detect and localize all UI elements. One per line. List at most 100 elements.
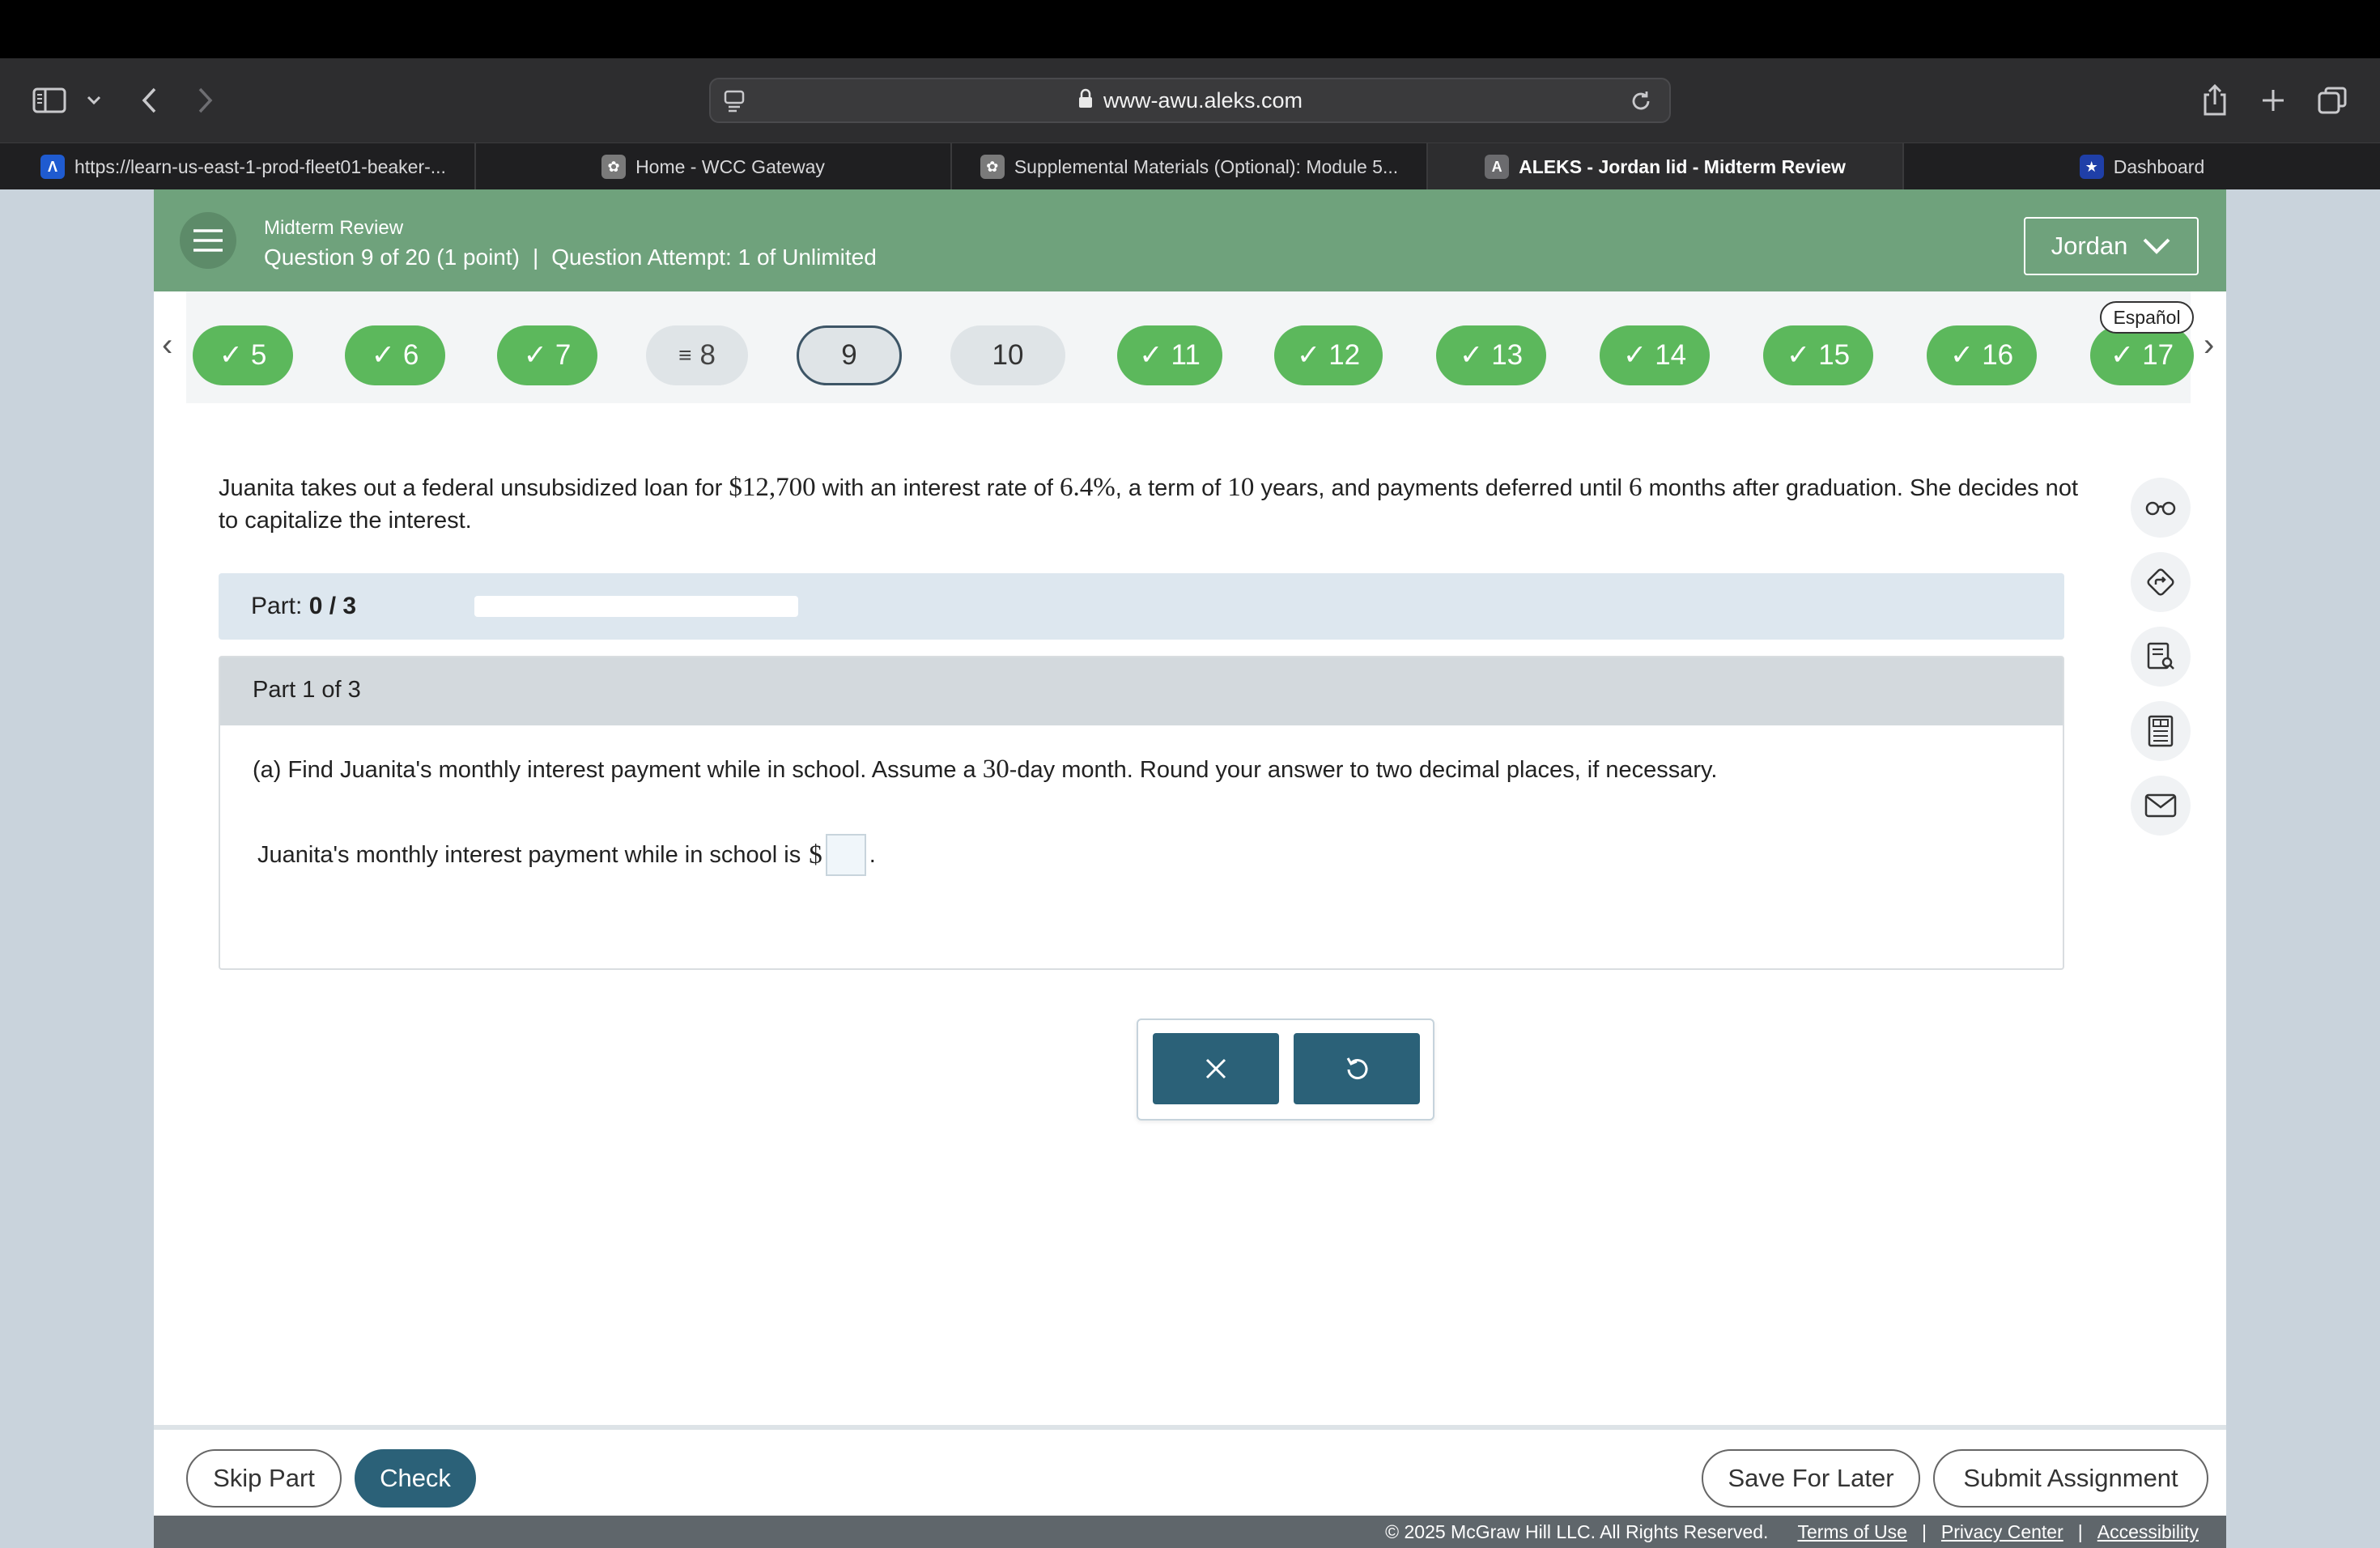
tab-supplemental-materials[interactable]: ✿ Supplemental Materials (Optional): Mod…	[952, 143, 1428, 190]
tab-learn-beaker[interactable]: Λ https://learn-us-east-1-prod-fleet01-b…	[0, 143, 476, 190]
question-pill-6[interactable]: ✓ 6	[345, 325, 445, 385]
lock-icon	[1077, 88, 1094, 113]
aleks-logo-icon: Λ	[40, 155, 65, 179]
question-pill-14[interactable]: ✓ 14	[1600, 325, 1710, 385]
check-icon: ✓	[1786, 339, 1811, 371]
sidebar-toggle-icon[interactable]	[31, 84, 68, 117]
legal-divider: |	[2077, 1520, 2083, 1542]
browser-toolbar: www-awu.aleks.com	[0, 58, 2380, 142]
question-pill-15[interactable]: ✓ 15	[1763, 325, 1873, 385]
tab-wcc-gateway[interactable]: ✿ Home - WCC Gateway	[476, 143, 952, 190]
question-pill-8[interactable]: ≡ 8	[646, 325, 748, 385]
tab-bar: Λ https://learn-us-east-1-prod-fleet01-b…	[0, 142, 2380, 190]
question-navigator: ‹ › ✓ 5 ✓ 6 ✓ 7 ≡ 8 9 10 ✓ 11 ✓ 12 ✓ 13 ✓ 14 ✓ 15…	[154, 291, 2226, 403]
accessibility-link[interactable]: Accessibility	[2097, 1521, 2199, 1543]
mail-icon[interactable]	[2131, 776, 2191, 836]
check-icon: ✓	[2110, 339, 2135, 371]
chevron-down-icon[interactable]	[84, 91, 104, 110]
check-icon: ✓	[219, 339, 243, 371]
aleks-a-icon: A	[1485, 155, 1510, 179]
part-container: Part 1 of 3 (a) Find Juanita's monthly i…	[219, 656, 2064, 970]
tab-label: https://learn-us-east-1-prod-fleet01-bea…	[74, 155, 446, 177]
nav-prev-icon[interactable]: ‹	[162, 327, 172, 364]
save-for-later-button[interactable]: Save For Later	[1702, 1449, 1920, 1508]
answer-input[interactable]	[825, 834, 866, 876]
check-icon: ✓	[1139, 339, 1163, 371]
nav-next-icon[interactable]: ›	[2204, 327, 2214, 364]
close-icon	[1205, 1058, 1226, 1079]
answer-period: .	[869, 841, 876, 868]
new-tab-icon[interactable]	[2257, 84, 2289, 117]
address-bar[interactable]: www-awu.aleks.com	[709, 78, 1671, 123]
tab-label: Home - WCC Gateway	[635, 155, 825, 177]
check-button[interactable]: Check	[355, 1449, 476, 1508]
calculator-icon[interactable]	[2131, 701, 2191, 761]
part-progress-value: 0 / 3	[308, 593, 357, 619]
question-pill-10[interactable]: 10	[950, 325, 1065, 385]
tab-dashboard[interactable]: ★ Dashboard	[1904, 143, 2380, 190]
undo-icon	[1346, 1057, 1368, 1080]
check-icon: ✓	[1622, 339, 1647, 371]
notes-search-icon[interactable]	[2131, 627, 2191, 687]
menu-button[interactable]	[180, 212, 236, 269]
submit-assignment-button[interactable]: Submit Assignment	[1933, 1449, 2208, 1508]
legal-footer: © 2025 McGraw Hill LLC. All Rights Reser…	[154, 1516, 2226, 1548]
partial-lines-icon: ≡	[678, 342, 692, 368]
answer-tools-popup	[1137, 1019, 1434, 1121]
wcc-gateway-icon: ✿	[980, 155, 1005, 179]
screen-top-bar	[0, 0, 2380, 58]
star-badge-icon: ★	[2079, 155, 2104, 179]
deferral-months: 6	[1629, 473, 1643, 502]
skip-part-button[interactable]: Skip Part	[186, 1449, 342, 1508]
forward-icon[interactable]	[191, 84, 220, 117]
user-name: Jordan	[2051, 232, 2128, 260]
days-value: 30	[982, 755, 1009, 784]
reload-icon[interactable]	[1629, 89, 1653, 117]
reading-glasses-icon[interactable]	[2131, 478, 2191, 538]
answer-label: Juanita's monthly interest payment while…	[257, 841, 801, 868]
part-header: Part 1 of 3	[220, 657, 2063, 725]
question-pill-9[interactable]: 9	[797, 325, 902, 385]
terms-of-use-link[interactable]: Terms of Use	[1797, 1521, 1906, 1543]
back-icon[interactable]	[134, 84, 164, 117]
question-pill-17[interactable]: ✓ 17	[2090, 325, 2194, 385]
check-icon: ✓	[1459, 339, 1484, 371]
question-pill-12[interactable]: ✓ 12	[1274, 325, 1383, 385]
assignment-title: Midterm Review	[264, 217, 404, 239]
copyright-text: © 2025 McGraw Hill LLC. All Rights Reser…	[1385, 1520, 1769, 1542]
tab-overview-icon[interactable]	[2315, 84, 2349, 117]
question-pill-11[interactable]: ✓ 11	[1117, 325, 1222, 385]
privacy-center-link[interactable]: Privacy Center	[1941, 1521, 2063, 1543]
check-icon: ✓	[1296, 339, 1321, 371]
interest-rate: 6.4%	[1060, 473, 1116, 502]
undo-button[interactable]	[1294, 1033, 1420, 1104]
user-menu-button[interactable]: Jordan	[2024, 217, 2199, 275]
question-text: Juanita takes out a federal unsubsidized…	[219, 473, 2079, 534]
part-progress-label: Part: 0 / 3	[251, 593, 357, 619]
currency-symbol: $	[809, 840, 822, 870]
tab-aleks-midterm[interactable]: A ALEKS - Jordan lid - Midterm Review	[1428, 143, 1904, 190]
check-icon: ✓	[371, 339, 395, 371]
answer-row: Juanita's monthly interest payment while…	[257, 834, 876, 876]
question-pill-16[interactable]: ✓ 16	[1927, 325, 2037, 385]
loan-amount: $12,700	[729, 473, 816, 502]
reader-mode-icon[interactable]	[722, 89, 746, 117]
assignment-header: Midterm Review Question 9 of 20 (1 point…	[154, 189, 2226, 291]
question-info: Question 9 of 20 (1 point) | Question Atte…	[264, 245, 877, 270]
assignment-footer: Skip Part Check Save For Later Submit As…	[154, 1425, 2226, 1516]
part-progress-track	[474, 596, 798, 617]
espanol-toggle[interactable]: Español	[2100, 301, 2194, 334]
question-pill-7[interactable]: ✓ 7	[497, 325, 597, 385]
question-pill-5[interactable]: ✓ 5	[193, 325, 293, 385]
directions-icon[interactable]	[2131, 552, 2191, 612]
chevron-down-icon	[2143, 238, 2170, 254]
header-separator: |	[532, 245, 539, 270]
tab-label: ALEKS - Jordan lid - Midterm Review	[1519, 155, 1846, 177]
question-pill-13[interactable]: ✓ 13	[1436, 325, 1546, 385]
part-prompt: (a) Find Juanita's monthly interest paym…	[253, 755, 1718, 784]
question-number: Question 9 of 20 (1 point)	[264, 245, 520, 270]
url-text: www-awu.aleks.com	[1103, 87, 1303, 113]
wcc-gateway-icon: ✿	[601, 155, 627, 179]
clear-button[interactable]	[1153, 1033, 1279, 1104]
share-icon[interactable]	[2199, 81, 2231, 120]
